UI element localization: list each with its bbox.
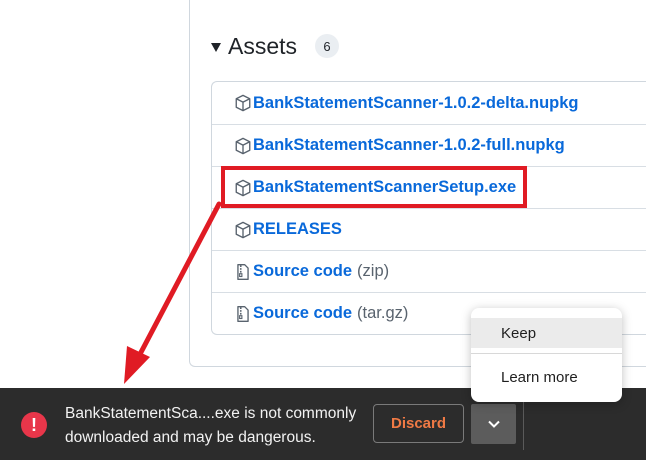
learn-more-menu-item[interactable]: Learn more: [471, 362, 622, 392]
menu-divider: [471, 353, 622, 354]
more-options-button[interactable]: [471, 404, 516, 444]
assets-title: Assets: [228, 32, 298, 59]
warning-line-1: BankStatementSca....exe is not commonly: [65, 405, 357, 422]
keep-menu-item[interactable]: Keep: [471, 318, 622, 348]
asset-suffix: (tar.gz): [357, 304, 409, 322]
caret-down-icon: [211, 42, 221, 52]
asset-row: BankStatementScanner-1.0.2-delta.nupkg: [212, 82, 646, 124]
page: Assets 6 BankStatementScanner-1.0.2-delt…: [0, 0, 646, 460]
file-zip-icon: [234, 263, 252, 281]
asset-link[interactable]: BankStatementScanner-1.0.2-delta.nupkg: [253, 94, 579, 113]
bar-divider: [523, 400, 524, 450]
asset-row: BankStatementScanner-1.0.2-full.nupkg: [212, 124, 646, 166]
assets-toggle[interactable]: Assets 6: [211, 30, 340, 62]
warning-circle-icon: !: [21, 412, 47, 438]
asset-link[interactable]: RELEASES: [253, 220, 342, 239]
asset-link[interactable]: BankStatementScanner-1.0.2-full.nupkg: [253, 136, 565, 155]
download-warning-text: BankStatementSca....exe is not commonly …: [65, 402, 365, 450]
asset-row: Source code (zip): [212, 250, 646, 292]
package-icon: [234, 94, 252, 112]
discard-button[interactable]: Discard: [373, 404, 464, 443]
asset-link[interactable]: Source code: [253, 304, 352, 323]
asset-suffix: (zip): [357, 262, 390, 280]
chevron-down-icon: [487, 420, 500, 428]
package-icon: [234, 137, 252, 155]
download-options-menu: Keep Learn more: [471, 308, 622, 402]
highlight-box: [221, 166, 527, 208]
file-zip-icon: [234, 305, 252, 323]
warning-line-2: downloaded and may be dangerous.: [65, 429, 316, 446]
assets-count-badge: 6: [315, 34, 340, 58]
asset-row: RELEASES: [212, 208, 646, 250]
asset-list: BankStatementScanner-1.0.2-delta.nupkg B…: [211, 81, 646, 335]
package-icon: [234, 221, 252, 239]
asset-link[interactable]: Source code: [253, 262, 352, 281]
